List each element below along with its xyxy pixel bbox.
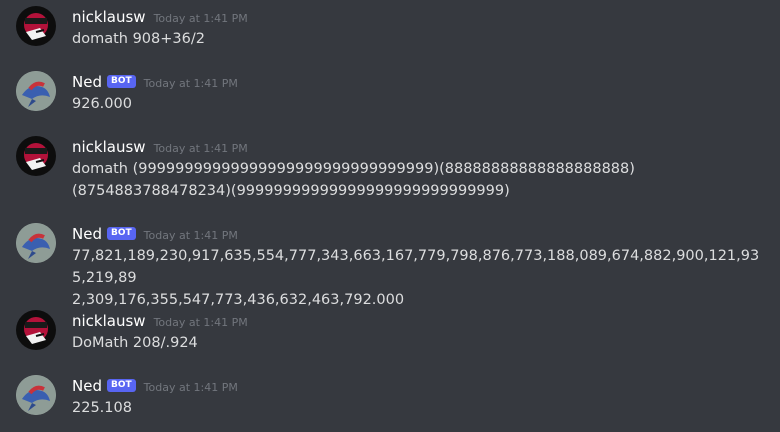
timestamp[interactable]: Today at 1:41 PM (144, 229, 238, 242)
message-content: 77,821,189,230,917,635,554,777,343,663,1… (72, 245, 762, 311)
message-content: 926.000 (72, 96, 132, 112)
username[interactable]: Ned (72, 377, 102, 395)
bot-avatar-icon[interactable] (16, 71, 56, 111)
bot-avatar-icon[interactable] (16, 223, 56, 263)
message-header: nicklausw Today at 1:41 PM (72, 310, 248, 332)
message-content: 225.108 (72, 400, 132, 416)
timestamp[interactable]: Today at 1:41 PM (154, 142, 248, 155)
timestamp[interactable]: Today at 1:41 PM (144, 381, 238, 394)
message-header: Ned BOT Today at 1:41 PM (72, 71, 238, 93)
message-line: domath (99999999999999999999999999999999… (72, 161, 635, 177)
username[interactable]: nicklausw (72, 138, 146, 156)
username[interactable]: nicklausw (72, 8, 146, 26)
message-line: 77,821,189,230,917,635,554,777,343,663,1… (72, 248, 760, 286)
username[interactable]: Ned (72, 73, 102, 91)
message-line: 2,309,176,355,547,773,436,632,463,792.00… (72, 292, 405, 308)
message-header: Ned BOT Today at 1:41 PM (72, 375, 238, 397)
username[interactable]: nicklausw (72, 312, 146, 330)
user-avatar-icon[interactable] (16, 6, 56, 46)
message-content: DoMath 208/.924 (72, 335, 198, 351)
bot-tag: BOT (106, 378, 136, 392)
message-header: Ned BOT Today at 1:41 PM (72, 223, 238, 245)
username[interactable]: Ned (72, 225, 102, 243)
timestamp[interactable]: Today at 1:41 PM (154, 316, 248, 329)
message-header: nicklausw Today at 1:41 PM (72, 6, 248, 28)
bot-tag: BOT (106, 74, 136, 88)
user-avatar-icon[interactable] (16, 310, 56, 350)
timestamp[interactable]: Today at 1:41 PM (144, 77, 238, 90)
message-header: nicklausw Today at 1:41 PM (72, 136, 248, 158)
message-content: domath 908+36/2 (72, 31, 205, 47)
message-line: (8754883788478234)(999999999999999999999… (72, 183, 510, 199)
user-avatar-icon[interactable] (16, 136, 56, 176)
chat-log: nicklausw Today at 1:41 PM domath 908+36… (0, 0, 780, 432)
bot-avatar-icon[interactable] (16, 375, 56, 415)
bot-tag: BOT (106, 226, 136, 240)
timestamp[interactable]: Today at 1:41 PM (154, 12, 248, 25)
message-content: domath (99999999999999999999999999999999… (72, 158, 762, 202)
